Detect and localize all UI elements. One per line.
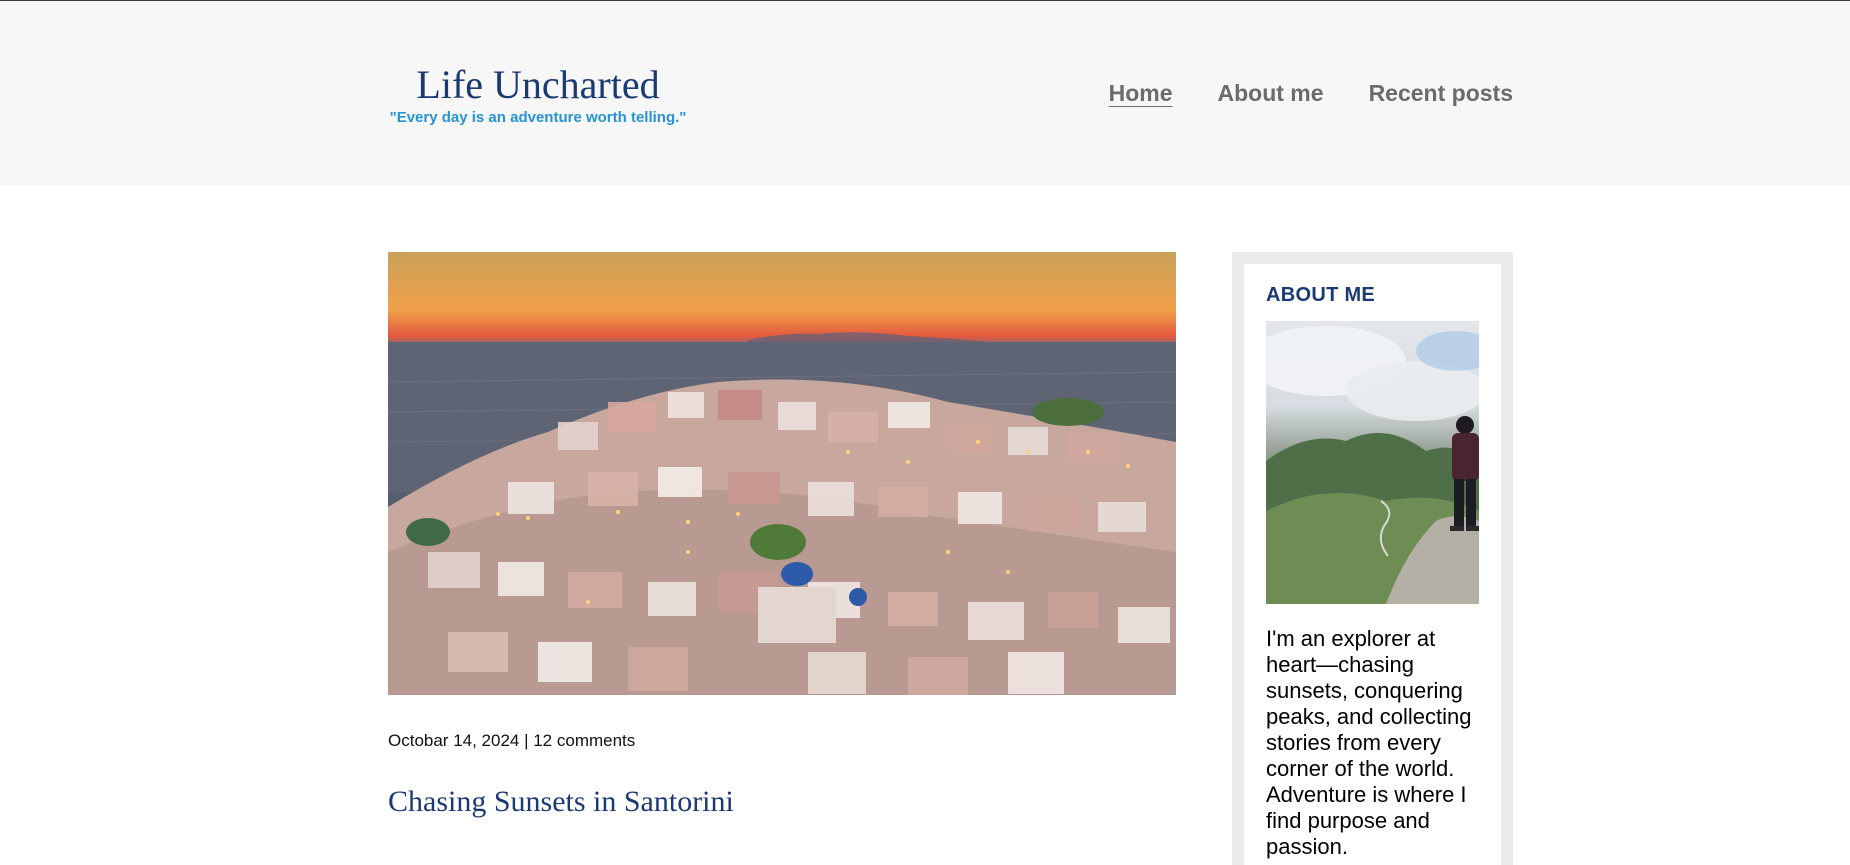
main-nav: Home About me Recent posts	[1064, 79, 1513, 107]
site-tagline: "Every day is an adventure worth telling…	[389, 109, 687, 126]
about-text: I'm an explorer at heart—chasing sunsets…	[1266, 626, 1472, 859]
nav-home[interactable]: Home	[1109, 79, 1173, 107]
nav-about-me[interactable]: About me	[1218, 79, 1324, 107]
santorini-illustration	[388, 332, 1176, 695]
featured-post: Octobar 14, 2024 | 12 comments Chasing S…	[388, 252, 1176, 819]
site-header: Life Uncharted "Every day is an adventur…	[0, 0, 1850, 185]
post-meta: Octobar 14, 2024 | 12 comments	[388, 731, 636, 750]
site-title[interactable]: Life Uncharted	[388, 61, 688, 109]
sidebar-about: ABOUT ME I'm an explorer at heart—chasin…	[1232, 252, 1513, 865]
profile-photo	[1266, 321, 1479, 604]
post-hero-image[interactable]	[388, 252, 1176, 695]
brand[interactable]: Life Uncharted "Every day is an adventur…	[388, 61, 688, 126]
post-title[interactable]: Chasing Sunsets in Santorini	[388, 785, 1176, 819]
mountain-hiker-illustration	[1266, 326, 1479, 604]
sidebar-card: ABOUT ME I'm an explorer at heart—chasin…	[1244, 264, 1501, 865]
nav-recent-posts[interactable]: Recent posts	[1369, 79, 1513, 107]
sidebar-heading: ABOUT ME	[1266, 284, 1376, 306]
